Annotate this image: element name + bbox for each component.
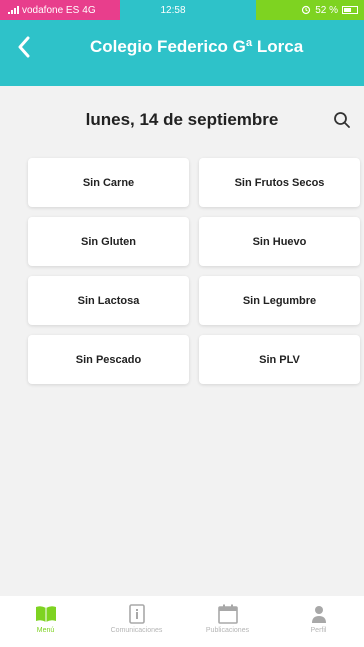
calendar-icon xyxy=(217,604,238,624)
app-header: Colegio Federico Gª Lorca xyxy=(0,20,364,86)
tab-comunicaciones-label: Comunicaciones xyxy=(110,627,163,634)
carrier-name: vodafone ES xyxy=(22,4,80,16)
person-icon xyxy=(311,606,326,623)
chevron-left-icon xyxy=(18,36,30,58)
alarm-icon xyxy=(302,5,311,15)
option-sin-legumbre[interactable]: Sin Legumbre xyxy=(199,276,360,325)
page-title: Colegio Federico Gª Lorca xyxy=(90,37,304,56)
option-sin-lactosa[interactable]: Sin Lactosa xyxy=(28,276,189,325)
date-bar: lunes, 14 de septiembre xyxy=(0,100,364,140)
option-sin-carne[interactable]: Sin Carne xyxy=(28,158,189,207)
battery-percent: 52 % xyxy=(315,4,338,16)
option-sin-frutos-secos[interactable]: Sin Frutos Secos xyxy=(199,158,360,207)
date-label: lunes, 14 de septiembre xyxy=(85,110,279,129)
tab-perfil-label: Perfil xyxy=(310,627,327,634)
book-icon xyxy=(35,606,56,622)
bottom-tab-bar: Menú Comunicaciones Publicaciones Perfil xyxy=(0,596,364,647)
tab-publicaciones-label: Publicaciones xyxy=(205,627,250,634)
tab-publicaciones[interactable]: Publicaciones xyxy=(182,596,273,647)
tab-comunicaciones[interactable]: Comunicaciones xyxy=(91,596,182,647)
signal-icon xyxy=(8,6,19,14)
tab-menu-label: Menú xyxy=(36,627,55,634)
diet-options-grid: Sin Carne Sin Frutos Secos Sin Gluten Si… xyxy=(28,158,362,384)
tab-menu[interactable]: Menú xyxy=(0,596,91,647)
status-time: 12:58 xyxy=(160,4,186,16)
option-sin-huevo[interactable]: Sin Huevo xyxy=(199,217,360,266)
option-sin-pescado[interactable]: Sin Pescado xyxy=(28,335,189,384)
search-icon xyxy=(334,112,350,128)
option-sin-plv[interactable]: Sin PLV xyxy=(199,335,360,384)
battery-icon xyxy=(342,6,358,14)
tab-perfil[interactable]: Perfil xyxy=(273,596,364,647)
battery-area: 52 % xyxy=(256,0,364,20)
option-sin-gluten[interactable]: Sin Gluten xyxy=(28,217,189,266)
search-button[interactable] xyxy=(330,108,354,132)
document-icon xyxy=(128,604,145,624)
status-bar: vodafone ES 4G 12:58 52 % xyxy=(0,0,364,20)
back-button[interactable] xyxy=(0,20,48,86)
